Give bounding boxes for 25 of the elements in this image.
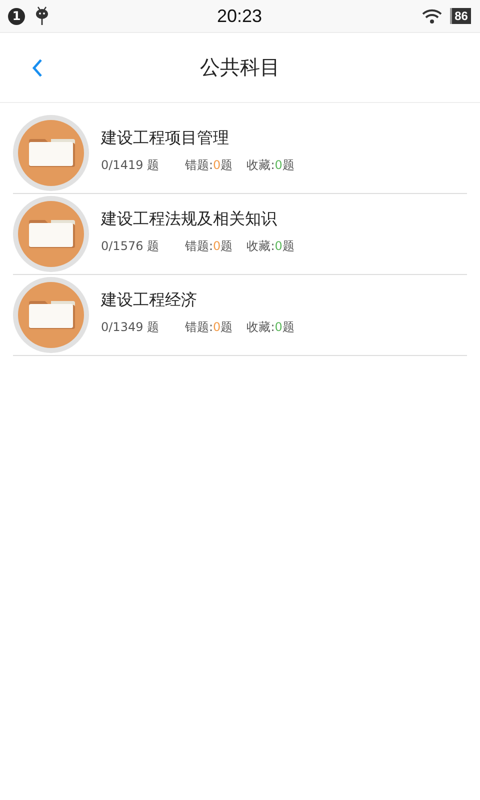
subject-title: 建设工程项目管理 (101, 128, 230, 149)
subject-row[interactable]: 建设工程项目管理 0/1419 题 错题:0题 收藏:0题 (13, 113, 467, 194)
back-icon[interactable] (31, 58, 43, 78)
folder-icon (13, 196, 89, 272)
wrong-count-text: 错题:0题 (185, 319, 233, 336)
subject-title: 建设工程法规及相关知识 (101, 209, 278, 230)
page-title: 公共科目 (200, 54, 280, 81)
clock: 20:23 (216, 6, 262, 26)
progress-text: 0/1349 题 (101, 319, 160, 336)
subject-row[interactable]: 建设工程经济 0/1349 题 错题:0题 收藏:0题 (13, 275, 467, 356)
favorite-count-text: 收藏:0题 (246, 157, 294, 174)
notification-badge: 1 (8, 8, 25, 24)
wrong-count-text: 错题:0题 (185, 157, 233, 174)
subject-row[interactable]: 建设工程法规及相关知识 0/1576 题 错题:0题 收藏:0题 (13, 194, 467, 275)
wrong-count-text: 错题:0题 (185, 238, 233, 255)
robot-icon (35, 6, 49, 26)
favorite-count-text: 收藏:0题 (246, 238, 294, 255)
wifi-icon (422, 8, 442, 24)
progress-text: 0/1419 题 (101, 157, 160, 174)
battery-level: 86 (450, 8, 471, 24)
folder-icon (13, 277, 89, 353)
folder-icon (13, 115, 89, 191)
progress-text: 0/1576 题 (101, 238, 160, 255)
favorite-count-text: 收藏:0题 (246, 319, 294, 336)
subject-title: 建设工程经济 (101, 290, 198, 311)
